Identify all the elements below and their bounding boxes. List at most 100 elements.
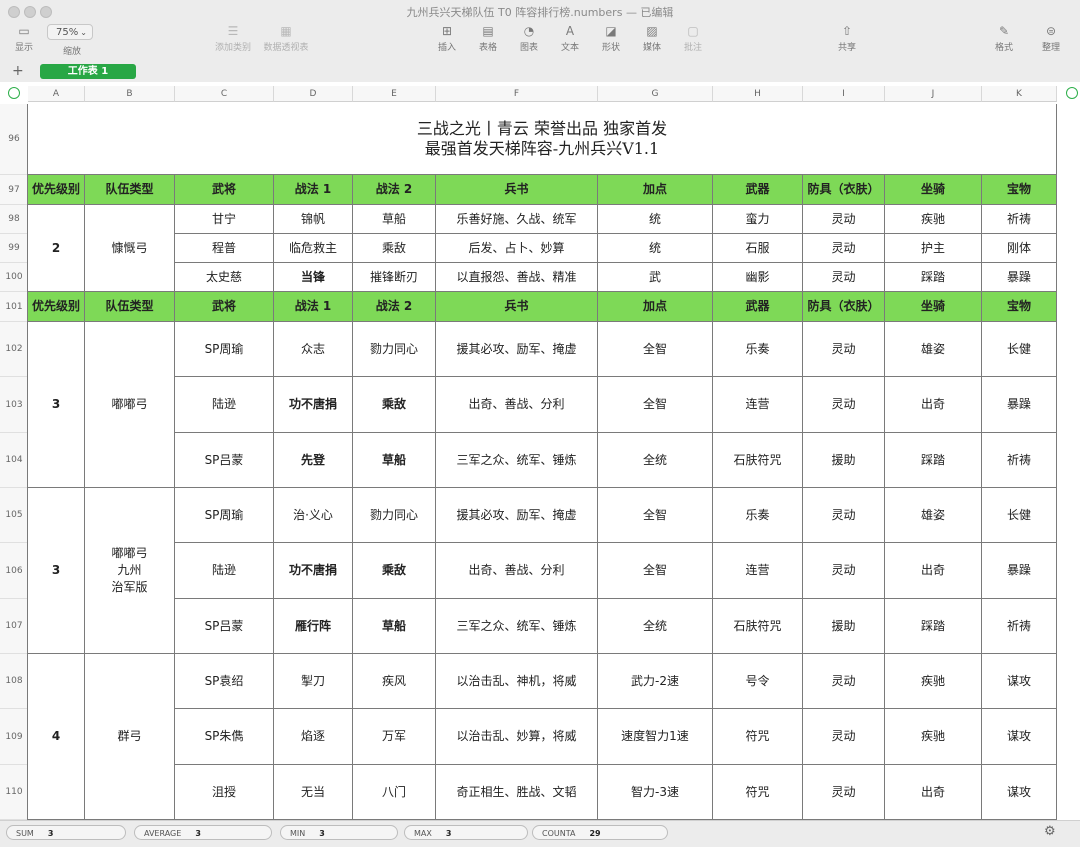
column-title-cell[interactable]: 兵书: [436, 292, 598, 322]
column-title-cell[interactable]: 坐骑: [885, 175, 982, 205]
column-title-cell[interactable]: 兵书: [436, 175, 598, 205]
share-button[interactable]: ⇧ 共享: [836, 24, 858, 53]
table-cell[interactable]: 祈祷: [982, 205, 1057, 234]
table-cell[interactable]: 踩踏: [885, 433, 982, 488]
row-header[interactable]: 98: [0, 205, 28, 234]
table-cell[interactable]: 灵动: [803, 263, 885, 292]
table-cell[interactable]: 程普: [175, 234, 274, 263]
table-cell[interactable]: 祈祷: [982, 599, 1057, 654]
table-cell[interactable]: 出奇、善战、分利: [436, 543, 598, 599]
table-cell[interactable]: 灵动: [803, 709, 885, 765]
table-cell[interactable]: 乐奏: [713, 488, 803, 543]
table-cell[interactable]: 沮授: [175, 765, 274, 820]
table-cell[interactable]: 疾驰: [885, 654, 982, 709]
row-header[interactable]: 110: [0, 765, 28, 820]
table-cell[interactable]: 功不唐捐: [274, 543, 353, 599]
table-cell[interactable]: 乘敌: [353, 377, 436, 433]
column-header[interactable]: H: [713, 86, 803, 102]
column-header[interactable]: B: [85, 86, 175, 102]
tab-sheet-1[interactable]: 工作表 1: [40, 64, 136, 79]
row-header[interactable]: 108: [0, 654, 28, 709]
table-cell[interactable]: 灵动: [803, 765, 885, 820]
comment-button[interactable]: ▢ 批注: [682, 24, 704, 53]
table-cell[interactable]: 灵动: [803, 234, 885, 263]
column-header[interactable]: G: [598, 86, 713, 102]
table-cell[interactable]: 勠力同心: [353, 488, 436, 543]
add-sheet-button[interactable]: +: [12, 63, 24, 79]
table-cell[interactable]: 以治击乱、神机，将威: [436, 654, 598, 709]
row-header[interactable]: 96: [0, 104, 28, 175]
table-cell[interactable]: 灵动: [803, 654, 885, 709]
table-cell[interactable]: 出奇: [885, 543, 982, 599]
table-cell[interactable]: 以治击乱、妙算，将威: [436, 709, 598, 765]
table-cell[interactable]: 勠力同心: [353, 322, 436, 377]
table-cell[interactable]: 出奇: [885, 377, 982, 433]
row-header[interactable]: 100: [0, 263, 28, 292]
zoom-select[interactable]: 75% ⌄: [47, 24, 93, 40]
row-header[interactable]: 97: [0, 175, 28, 205]
table-cell[interactable]: 援其必攻、励军、掩虚: [436, 488, 598, 543]
table-cell[interactable]: 奇正相生、胜战、文韬: [436, 765, 598, 820]
table-cell[interactable]: SP周瑜: [175, 322, 274, 377]
row-header[interactable]: 109: [0, 709, 28, 765]
column-header[interactable]: E: [353, 86, 436, 102]
table-cell[interactable]: 援助: [803, 433, 885, 488]
column-header[interactable]: D: [274, 86, 353, 102]
row-header[interactable]: 101: [0, 292, 28, 322]
table-cell[interactable]: 祈祷: [982, 433, 1057, 488]
table-cell[interactable]: 焰逐: [274, 709, 353, 765]
table-cell[interactable]: 先登: [274, 433, 353, 488]
table-cell[interactable]: 太史慈: [175, 263, 274, 292]
table-cell[interactable]: 乘敌: [353, 234, 436, 263]
column-header[interactable]: A: [28, 86, 85, 102]
column-header[interactable]: C: [175, 86, 274, 102]
table-cell[interactable]: 雄姿: [885, 322, 982, 377]
chart-button[interactable]: ◔ 图表: [518, 24, 540, 53]
average-pill[interactable]: AVERAGE 3: [134, 825, 272, 840]
table-cell[interactable]: 出奇、善战、分利: [436, 377, 598, 433]
pivot-table-button[interactable]: ▦ 数据透视表: [262, 24, 310, 53]
table-cell[interactable]: 雁行阵: [274, 599, 353, 654]
priority-cell[interactable]: 2: [28, 205, 85, 292]
table-cell[interactable]: 乐善好施、久战、统军: [436, 205, 598, 234]
row-header[interactable]: 102: [0, 322, 28, 377]
column-title-cell[interactable]: 加点: [598, 175, 713, 205]
row-header[interactable]: 107: [0, 599, 28, 654]
table-cell[interactable]: 甘宁: [175, 205, 274, 234]
settings-gear-icon[interactable]: ⚙: [1044, 824, 1056, 839]
table-cell[interactable]: 智力-3速: [598, 765, 713, 820]
column-title-cell[interactable]: 防具（衣肤）: [803, 175, 885, 205]
table-cell[interactable]: 谋攻: [982, 709, 1057, 765]
table-cell[interactable]: 众志: [274, 322, 353, 377]
table-cell[interactable]: 长健: [982, 488, 1057, 543]
table-cell[interactable]: 蛮力: [713, 205, 803, 234]
spreadsheet[interactable]: ABCDEFGHIJK 96 97 98 99 100 101 102 103 104 105 10…: [0, 82, 1080, 820]
table-cell[interactable]: SP周瑜: [175, 488, 274, 543]
table-cell[interactable]: 三军之众、统军、锤炼: [436, 599, 598, 654]
row-header[interactable]: 99: [0, 234, 28, 263]
column-title-cell[interactable]: 武将: [175, 175, 274, 205]
column-title-cell[interactable]: 武将: [175, 292, 274, 322]
table-cell[interactable]: 谋攻: [982, 654, 1057, 709]
table-button[interactable]: ▤ 表格: [477, 24, 499, 53]
team-type-cell[interactable]: 嘟嘟弓: [85, 322, 175, 488]
table-cell[interactable]: SP吕蒙: [175, 433, 274, 488]
table-cell[interactable]: 草船: [353, 433, 436, 488]
table-cell[interactable]: 幽影: [713, 263, 803, 292]
column-title-cell[interactable]: 战法 2: [353, 175, 436, 205]
table-cell[interactable]: SP朱儁: [175, 709, 274, 765]
column-title-cell[interactable]: 战法 1: [274, 292, 353, 322]
team-type-cell[interactable]: 慷慨弓: [85, 205, 175, 292]
table-cell[interactable]: 八门: [353, 765, 436, 820]
table-cell[interactable]: 连营: [713, 377, 803, 433]
text-button[interactable]: A 文本: [559, 24, 581, 53]
table-cell[interactable]: 灵动: [803, 488, 885, 543]
column-resize-handle[interactable]: [1066, 87, 1078, 99]
table-cell[interactable]: 摧锋断刃: [353, 263, 436, 292]
table-cell[interactable]: 全智: [598, 322, 713, 377]
row-header[interactable]: 104: [0, 433, 28, 488]
table-cell[interactable]: 暴躁: [982, 543, 1057, 599]
table-cell[interactable]: 速度智力1速: [598, 709, 713, 765]
table-cell[interactable]: 临危救主: [274, 234, 353, 263]
table-cell[interactable]: 草船: [353, 599, 436, 654]
